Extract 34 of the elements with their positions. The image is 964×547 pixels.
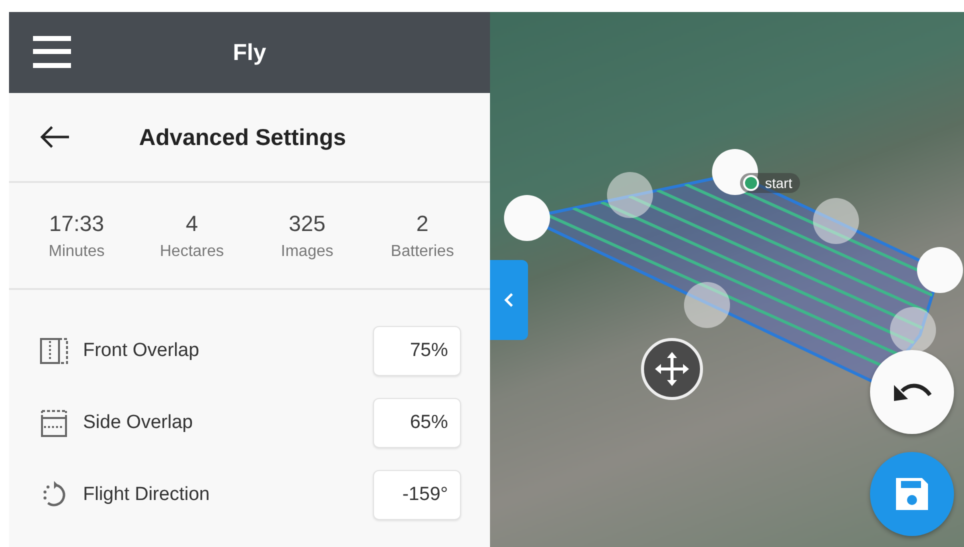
midpoint-handle[interactable] <box>684 282 730 328</box>
vertex-handle[interactable] <box>504 195 550 241</box>
start-label: start <box>765 175 792 191</box>
stat-label: Hectares <box>160 242 224 260</box>
side-overlap-icon <box>39 408 69 438</box>
chevron-left-icon <box>504 292 514 308</box>
back-arrow-icon[interactable] <box>39 125 71 149</box>
stat-value: 2 <box>416 210 428 236</box>
stat-value: 17:33 <box>49 210 104 236</box>
save-icon <box>893 475 931 513</box>
setting-label: Side Overlap <box>83 412 194 434</box>
stat-label: Minutes <box>48 242 105 260</box>
move-icon <box>654 351 690 387</box>
stat-label: Images <box>280 242 334 260</box>
header-title: Fly <box>232 39 266 66</box>
setting-input-field[interactable]: 75% <box>373 326 461 376</box>
menu-icon[interactable] <box>33 36 71 68</box>
stat-value: 325 <box>288 210 326 236</box>
vertex-handle[interactable] <box>712 149 758 195</box>
front-overlap-icon <box>39 337 69 365</box>
vertex-handle[interactable] <box>917 247 963 293</box>
midpoint-handle[interactable] <box>813 198 859 244</box>
undo-button[interactable] <box>870 350 954 434</box>
midpoint-handle[interactable] <box>890 307 936 353</box>
setting-label: Front Overlap <box>83 340 200 362</box>
stat-label: Batteries <box>390 242 454 260</box>
page-title: Advanced Settings <box>139 124 346 150</box>
stat-value: 4 <box>186 210 198 236</box>
start-dot-icon <box>743 175 759 191</box>
setting-input-field[interactable]: -159° <box>373 470 461 520</box>
save-button[interactable] <box>870 452 954 536</box>
midpoint-handle[interactable] <box>607 172 653 218</box>
setting-input-field[interactable]: 65% <box>373 398 461 448</box>
setting-label: Flight Direction <box>83 484 211 506</box>
